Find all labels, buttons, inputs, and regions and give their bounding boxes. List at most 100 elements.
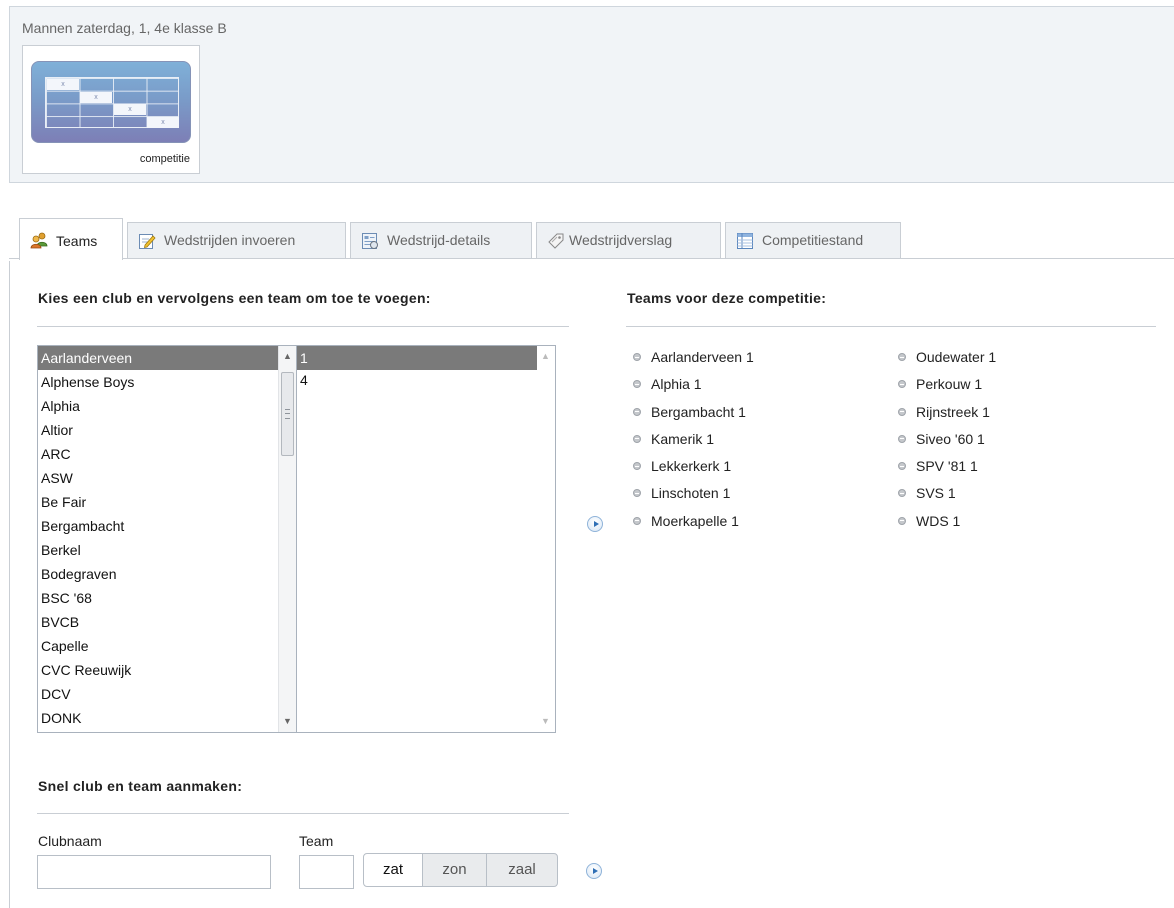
club-list-item[interactable]: DCV — [38, 682, 279, 706]
team-list-item[interactable]: 4 — [297, 370, 538, 390]
club-list-item[interactable]: ARC — [38, 442, 279, 466]
competition-team-item[interactable]: Alphia 1 — [626, 374, 754, 401]
competition-team-item[interactable]: Perkouw 1 — [891, 374, 996, 401]
competition-tile[interactable]: x x x x competitie — [22, 45, 200, 174]
day-option-zat[interactable]: zat — [363, 853, 423, 887]
competition-team-item[interactable]: Siveo '60 1 — [891, 429, 996, 456]
tab-wedstrijden-invoeren[interactable]: Wedstrijden invoeren — [127, 222, 346, 258]
club-list-item[interactable]: BVCB — [38, 610, 279, 634]
club-list-item[interactable]: DONK — [38, 706, 279, 730]
tab-competitiestand[interactable]: Competitiestand — [725, 222, 901, 258]
team-name: Bergambacht 1 — [651, 403, 746, 420]
competition-grid-icon: x x x x — [31, 61, 191, 143]
team-name: Aarlanderveen 1 — [651, 349, 754, 365]
add-team-button[interactable] — [587, 516, 603, 532]
team-name: Alphia 1 — [651, 376, 702, 393]
competition-team-item[interactable]: SVS 1 — [891, 483, 996, 510]
grid-mark: x — [114, 104, 146, 115]
club-list-item[interactable]: Alphia — [38, 394, 279, 418]
grid-mark: x — [147, 117, 179, 128]
tab-bar: Teams Wedstrijden invoeren Wedstrijd-det… — [0, 218, 1174, 261]
club-list-item[interactable]: Be Fair — [38, 490, 279, 514]
team-name: WDS 1 — [916, 512, 961, 529]
competition-header: Mannen zaterdag, 1, 4e klasse B x x x x … — [9, 6, 1174, 183]
team-number-input[interactable] — [299, 855, 354, 889]
club-list-scrollbar[interactable]: ▲ ▼ — [278, 346, 296, 732]
club-list-item[interactable]: BSC '68 — [38, 586, 279, 610]
competition-team-item[interactable]: Lekkerkerk 1 — [626, 456, 754, 483]
team-name: Oudewater 1 — [916, 349, 997, 365]
club-listbox[interactable]: Aarlanderveen Alphense Boys Alphia Altio… — [37, 345, 297, 733]
team-name: Lekkerkerk 1 — [651, 458, 732, 475]
team-listbox[interactable]: 1 4 ▲ ▼ — [296, 345, 556, 733]
competition-tile-label: competitie — [139, 153, 190, 165]
remove-bullet-icon[interactable] — [898, 489, 906, 498]
grid-mark: x — [47, 79, 79, 90]
remove-bullet-icon[interactable] — [898, 380, 906, 389]
competition-team-item[interactable]: Kamerik 1 — [626, 429, 754, 456]
tab-divider — [9, 258, 1174, 259]
competition-team-item[interactable]: Linschoten 1 — [626, 483, 754, 510]
tab-wedstrijdverslag[interactable]: Wedstrijdverslag — [536, 222, 721, 258]
competition-team-item[interactable]: SPV '81 1 — [891, 456, 996, 483]
competition-team-item[interactable]: Oudewater 1 — [891, 347, 996, 374]
competition-team-item[interactable]: Rijnstreek 1 — [891, 402, 996, 429]
scroll-thumb[interactable] — [281, 372, 294, 456]
remove-bullet-icon[interactable] — [633, 489, 641, 498]
competition-teams-heading: Teams voor deze competitie: — [627, 290, 827, 306]
team-list-item[interactable]: 1 — [297, 346, 538, 370]
competition-title: Mannen zaterdag, 1, 4e klasse B — [22, 20, 227, 36]
tab-label: Wedstrijd-details — [387, 232, 491, 248]
divider — [37, 326, 569, 327]
scroll-up-icon[interactable]: ▲ — [537, 348, 554, 365]
remove-bullet-icon[interactable] — [633, 380, 641, 389]
team-name: Perkouw 1 — [916, 376, 983, 393]
remove-bullet-icon[interactable] — [633, 407, 641, 416]
club-list-item[interactable]: Capelle — [38, 634, 279, 658]
club-list-item[interactable]: Bodegraven — [38, 562, 279, 586]
grid-mark: x — [80, 92, 112, 103]
tab-label: Competitiestand — [762, 232, 864, 248]
team-name: Moerkapelle 1 — [651, 512, 739, 529]
club-list-item[interactable]: Berkel — [38, 538, 279, 562]
day-option-zon[interactable]: zon — [422, 853, 487, 887]
team-label: Team — [299, 833, 334, 849]
scroll-down-icon[interactable]: ▼ — [279, 713, 296, 730]
remove-bullet-icon[interactable] — [898, 462, 906, 471]
club-list-item[interactable]: Aarlanderveen — [38, 346, 279, 370]
club-list-item[interactable]: Altior — [38, 418, 279, 442]
content-border — [9, 261, 10, 908]
scroll-down-icon[interactable]: ▼ — [537, 713, 554, 730]
club-list-item[interactable]: Alphense Boys — [38, 370, 279, 394]
tab-label: Wedstrijdverslag — [569, 232, 673, 248]
competition-team-list-2: Oudewater 1 Perkouw 1 Rijnstreek 1 Siveo… — [891, 347, 996, 538]
remove-bullet-icon[interactable] — [633, 434, 641, 443]
competition-team-item[interactable]: Moerkapelle 1 — [626, 511, 754, 538]
club-list-item[interactable]: CVC Reeuwijk — [38, 658, 279, 682]
club-name-label: Clubnaam — [38, 833, 102, 849]
remove-bullet-icon[interactable] — [898, 516, 906, 525]
team-name: SPV '81 1 — [916, 458, 978, 475]
remove-bullet-icon[interactable] — [898, 353, 906, 361]
remove-bullet-icon[interactable] — [633, 462, 641, 471]
team-list-scrollbar[interactable]: ▲ ▼ — [537, 346, 555, 732]
divider — [626, 326, 1156, 327]
remove-bullet-icon[interactable] — [898, 407, 906, 416]
club-name-input[interactable] — [37, 855, 271, 889]
tab-teams[interactable]: Teams — [19, 218, 123, 260]
competition-team-item[interactable]: Aarlanderveen 1 — [626, 347, 754, 374]
remove-bullet-icon[interactable] — [633, 516, 641, 525]
club-list-item[interactable]: Bergambacht — [38, 514, 279, 538]
remove-bullet-icon[interactable] — [898, 434, 906, 443]
tab-wedstrijd-details[interactable]: Wedstrijd-details — [350, 222, 532, 258]
divider — [37, 813, 569, 814]
day-option-zaal[interactable]: zaal — [486, 853, 558, 887]
competition-team-item[interactable]: WDS 1 — [891, 511, 996, 538]
create-club-team-button[interactable] — [586, 863, 602, 879]
edit-icon — [139, 234, 156, 249]
remove-bullet-icon[interactable] — [633, 353, 641, 361]
scroll-up-icon[interactable]: ▲ — [279, 348, 296, 365]
details-icon — [362, 233, 378, 249]
club-list-item[interactable]: ASW — [38, 466, 279, 490]
competition-team-item[interactable]: Bergambacht 1 — [626, 402, 754, 429]
